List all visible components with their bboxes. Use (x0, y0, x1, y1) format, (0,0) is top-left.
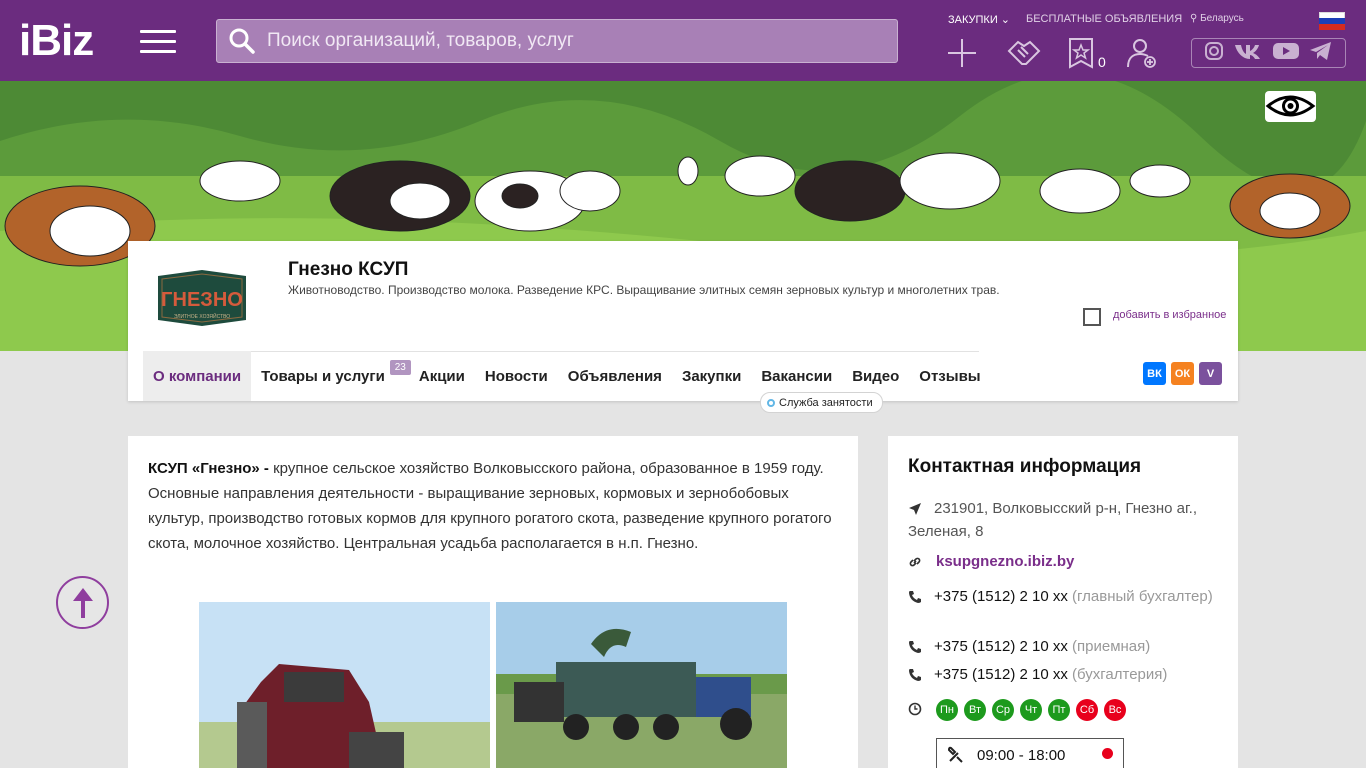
chevron-down-icon: ⌄ (1000, 14, 1011, 26)
combine-harvester-photo[interactable] (199, 602, 490, 768)
phone-note-2: (приемная) (1072, 638, 1151, 655)
favorites-star-icon[interactable] (1068, 37, 1094, 74)
about-text: КСУП «Гнезно» - крупное сельское хозяйст… (148, 456, 840, 556)
search-icon[interactable] (217, 27, 267, 55)
employment-service-tooltip[interactable]: Служба занятости (760, 392, 883, 413)
link-icon (909, 557, 921, 567)
phone-note-3: (бухгалтерия) (1072, 666, 1168, 683)
vk-icon[interactable] (1233, 41, 1263, 66)
working-hours: 09:00 - 18:00 (977, 747, 1066, 764)
add-plus-icon[interactable] (946, 37, 978, 74)
social-links (1191, 38, 1346, 68)
company-logo: ГНЕЗНО ЭЛИТНОЕ ХОЗЯЙСТВО (142, 247, 262, 349)
zakupki-dropdown[interactable]: ЗАКУПКИ ⌄ (948, 13, 1010, 26)
phone-row-2: +375 (1512) 2 10 xx (приемная) (934, 635, 1150, 658)
region-label: Беларусь (1200, 13, 1244, 24)
tab-about[interactable]: О компании (143, 351, 252, 401)
tab-ads[interactable]: Объявления (558, 351, 672, 401)
clock-icon (908, 702, 922, 716)
phone-row-3: +375 (1512) 2 10 xx (бухгалтерия) (934, 663, 1167, 686)
working-days: Пн Вт Ср Чт Пт Сб Вс (936, 699, 1126, 721)
website-link[interactable]: ksupgnezno.ibiz.by (936, 550, 1074, 573)
arrow-up-icon (72, 587, 93, 618)
about-panel: КСУП «Гнезно» - крупное сельское хозяйст… (128, 436, 858, 768)
working-hours-box: 09:00 - 18:00 (936, 738, 1124, 768)
company-description: Животноводство. Производство молока. Раз… (288, 283, 1000, 297)
tab-products-label: Товары и услуги (261, 367, 385, 385)
logo-text: ГНЕЗНО (161, 289, 243, 311)
forage-harvester-photo[interactable] (496, 602, 787, 768)
products-count-badge: 23 (389, 360, 411, 375)
day-friday[interactable]: Пт (1048, 699, 1070, 721)
viber-share-icon[interactable]: V (1199, 362, 1222, 385)
zakupki-label: ЗАКУПКИ (948, 14, 998, 26)
day-saturday[interactable]: Сб (1076, 699, 1098, 721)
top-bar: iBiz ЗАКУПКИ ⌄ БЕСПЛАТНЫЕ ОБЪЯВЛЕНИЯ ⚲ Б… (0, 0, 1366, 81)
day-thursday[interactable]: Чт (1020, 699, 1042, 721)
day-sunday[interactable]: Вс (1104, 699, 1126, 721)
company-title: Гнезно КСУП (288, 259, 409, 280)
share-buttons: ВК ОК V (1143, 362, 1222, 385)
scroll-up-button[interactable] (56, 576, 109, 629)
contacts-panel: Контактная информация 231901, Волковысск… (888, 436, 1238, 768)
add-favorite-label[interactable]: добавить в избранное (1113, 309, 1226, 321)
ok-share-icon[interactable]: ОК (1171, 362, 1194, 385)
accessibility-eye-icon[interactable] (1265, 91, 1316, 122)
phone-icon (909, 641, 921, 653)
free-ads-link[interactable]: БЕСПЛАТНЫЕ ОБЪЯВЛЕНИЯ (1026, 13, 1182, 25)
search-bar[interactable] (216, 19, 898, 63)
tooltip-label: Служба занятости (779, 396, 873, 409)
region-selector[interactable]: ⚲ Беларусь (1190, 13, 1244, 24)
day-wednesday[interactable]: Ср (992, 699, 1014, 721)
vk-share-icon[interactable]: ВК (1143, 362, 1166, 385)
handshake-icon[interactable] (1006, 37, 1042, 74)
russian-flag-icon[interactable] (1319, 12, 1345, 30)
search-input[interactable] (267, 30, 897, 52)
location-pin-icon: ⚲ (1190, 13, 1198, 24)
tab-purchases[interactable]: Закупки (672, 351, 751, 401)
phone-note-1: (главный бухгалтер) (1072, 588, 1213, 605)
phone-icon (909, 669, 921, 681)
closed-status-dot (1102, 748, 1113, 759)
tab-news[interactable]: Новости (475, 351, 558, 401)
company-card: ГНЕЗНО ЭЛИТНОЕ ХОЗЯЙСТВО Гнезно КСУП Жив… (128, 241, 1238, 401)
tab-promotions[interactable]: Акции (409, 351, 475, 401)
logo-subtext: ЭЛИТНОЕ ХОЗЯЙСТВО (174, 312, 230, 320)
day-tuesday[interactable]: Вт (964, 699, 986, 721)
phone-row-1: +375 (1512) 2 10 xx (главный бухгалтер) (908, 585, 1218, 608)
menu-burger-icon[interactable] (140, 30, 176, 54)
contacts-title: Контактная информация (908, 456, 1142, 477)
youtube-icon[interactable] (1272, 41, 1300, 66)
add-favorite-checkbox[interactable] (1083, 308, 1101, 326)
instagram-icon[interactable] (1204, 41, 1224, 66)
tools-icon (947, 746, 963, 763)
day-monday[interactable]: Пн (936, 699, 958, 721)
employment-service-icon (767, 399, 775, 407)
phone-number-3[interactable]: +375 (1512) 2 10 xx (934, 666, 1068, 683)
about-lead: КСУП «Гнезно» - (148, 460, 269, 477)
add-user-icon[interactable] (1126, 37, 1158, 74)
contact-address: 231901, Волковысский р-н, Гнезно аг., Зе… (908, 500, 1197, 540)
telegram-icon[interactable] (1309, 41, 1333, 66)
tab-reviews[interactable]: Отзывы (909, 351, 990, 401)
phone-number-2[interactable]: +375 (1512) 2 10 xx (934, 638, 1068, 655)
phone-number-1[interactable]: +375 (1512) 2 10 xx (934, 588, 1068, 605)
favorites-count: 0 (1098, 54, 1106, 70)
ibiz-logo[interactable]: iBiz (19, 19, 94, 63)
tab-products[interactable]: Товары и услуги 23 (251, 351, 411, 401)
